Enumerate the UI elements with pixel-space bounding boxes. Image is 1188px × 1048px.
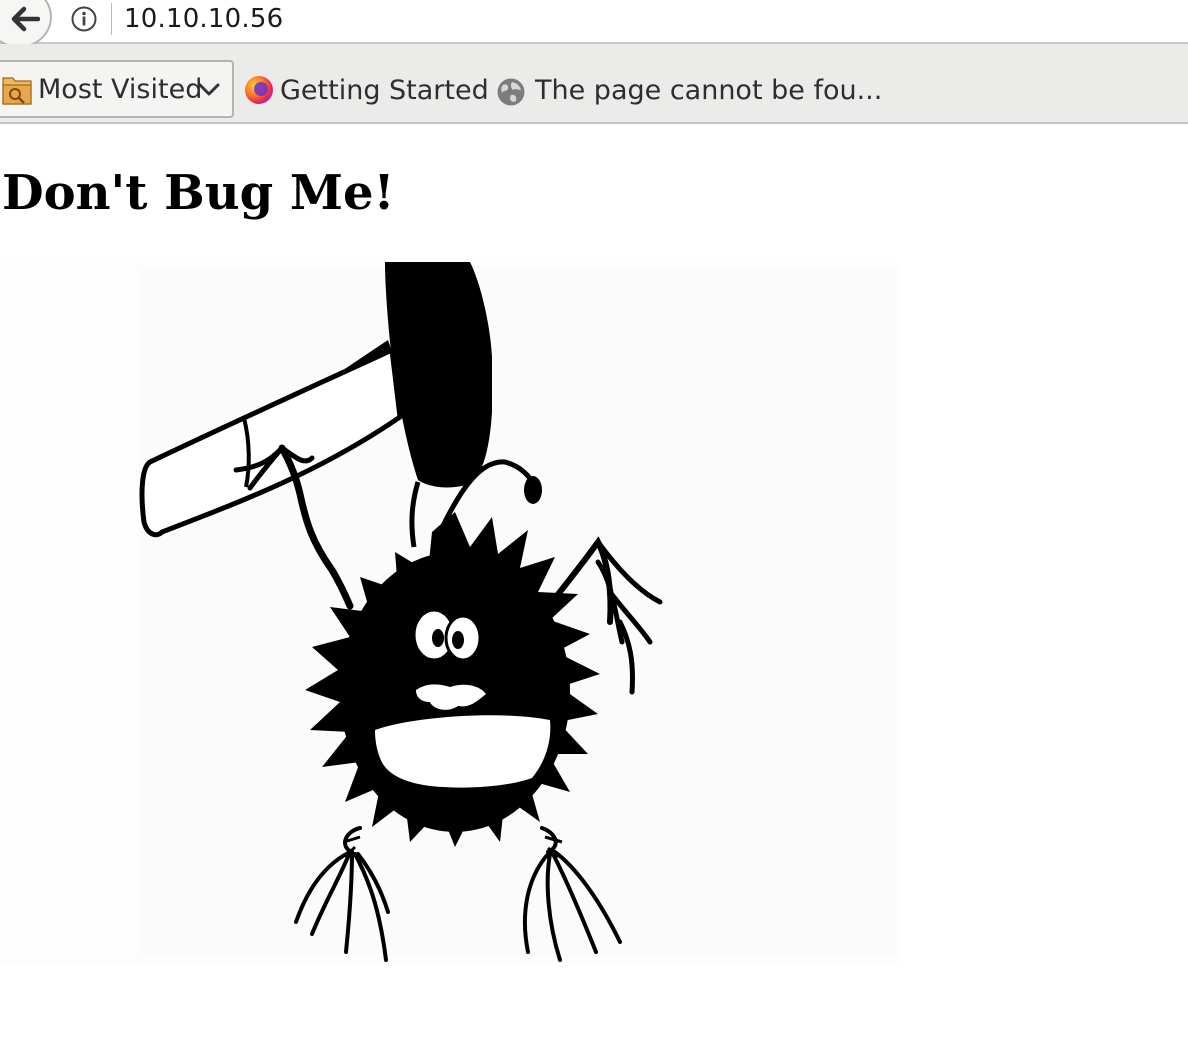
info-icon[interactable] xyxy=(71,6,97,32)
firefox-icon xyxy=(245,76,273,104)
chevron-down-icon xyxy=(198,83,220,96)
browser-chrome: 10.10.10.56 Most Visited Getting Started… xyxy=(0,0,1188,124)
bookmark-getting-started[interactable]: Getting Started xyxy=(280,74,489,108)
folder-icon xyxy=(2,77,32,105)
page-heading: Don't Bug Me! xyxy=(2,165,395,221)
back-button[interactable] xyxy=(0,0,52,48)
bookmark-most-visited[interactable]: Most Visited xyxy=(0,60,234,118)
bookmark-page-not-found[interactable]: The page cannot be fou... xyxy=(535,74,882,108)
bookmark-label: Most Visited xyxy=(38,74,203,105)
url-input[interactable]: 10.10.10.56 xyxy=(124,2,283,36)
bookmarks-toolbar: Most Visited Getting Started The page ca… xyxy=(0,44,1188,124)
globe-icon xyxy=(497,78,525,106)
navigation-bar: 10.10.10.56 xyxy=(0,0,1188,48)
bug-hammer-image xyxy=(0,262,900,964)
back-arrow-icon xyxy=(11,6,40,32)
url-separator xyxy=(111,3,112,35)
